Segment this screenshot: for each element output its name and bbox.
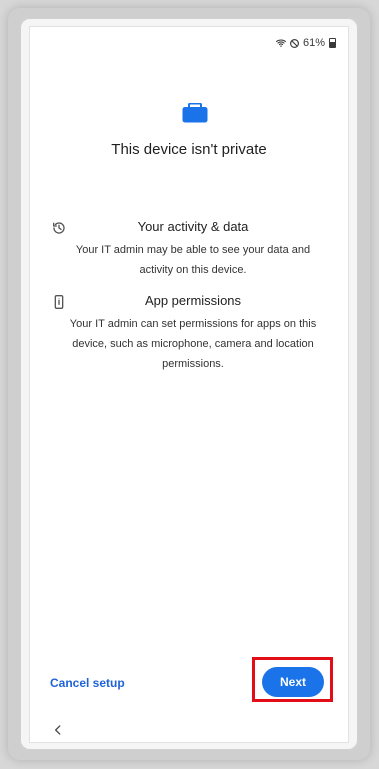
setup-screen: 61% This device isn't private Your activ…	[30, 27, 348, 742]
activity-description: Your IT admin may be able to see your da…	[75, 244, 311, 276]
cancel-setup-button[interactable]: Cancel setup	[50, 676, 125, 690]
briefcase-icon	[182, 102, 208, 123]
status-bar: 61%	[275, 37, 336, 49]
wifi-icon	[275, 37, 287, 49]
permissions-title: App permissions	[144, 293, 242, 308]
battery-percent: 61%	[302, 37, 325, 49]
activity-title: Your activity & data	[137, 219, 249, 234]
page-title: This device isn't private	[111, 141, 267, 158]
back-button[interactable]	[48, 722, 68, 742]
permissions-description: Your IT admin can set permissions for ap…	[69, 318, 317, 370]
battery-level-fill	[330, 42, 335, 47]
battery-icon	[329, 38, 336, 48]
next-button[interactable]: Next	[262, 667, 324, 697]
back-icon	[51, 721, 65, 744]
do-not-disturb-icon	[289, 37, 301, 49]
